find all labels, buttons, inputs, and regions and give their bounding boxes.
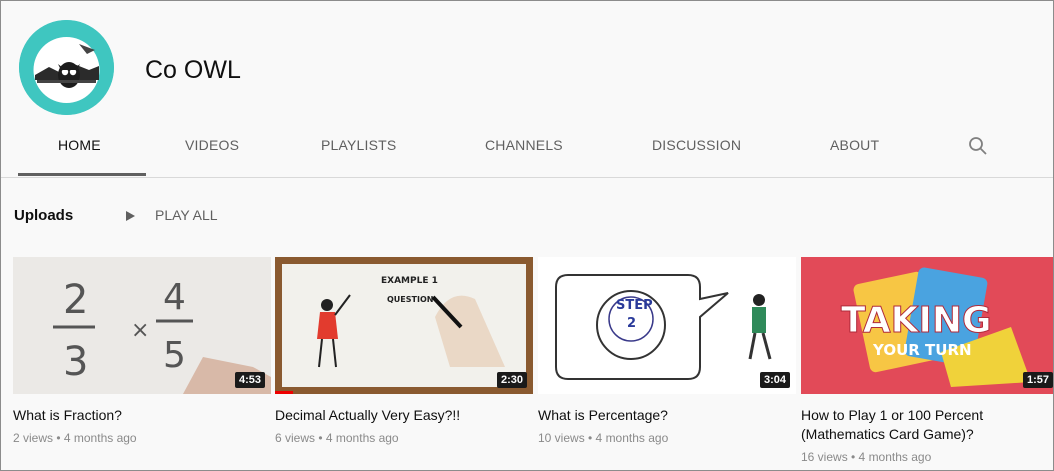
video-duration: 2:30: [496, 372, 527, 388]
video-title[interactable]: What is Fraction?: [13, 406, 271, 425]
tab-home[interactable]: HOME: [58, 137, 101, 153]
video-thumbnail[interactable]: STEP 2 3:04: [538, 257, 796, 394]
channel-header: Co OWL: [1, 1, 1053, 121]
tab-playlists[interactable]: PLAYLISTS: [321, 137, 396, 153]
video-duration: 1:57: [1022, 372, 1053, 388]
thumb-text-2: QUESTION: [387, 295, 433, 304]
percentage-thumbnail-art: STEP 2: [538, 257, 796, 394]
video-card[interactable]: TAKING YOUR TURN 1:57 How to Play 1 or 1…: [801, 257, 1053, 464]
channel-page: Co OWL HOME VIDEOS PLAYLISTS CHANNELS DI…: [0, 0, 1054, 471]
thumb-text-1: EXAMPLE 1: [381, 276, 438, 286]
thumb-numerator-2: 4: [163, 277, 186, 318]
thumb-text-1: TAKING: [841, 300, 992, 341]
thumb-denominator-1: 3: [63, 339, 88, 385]
tab-channels[interactable]: CHANNELS: [485, 137, 563, 153]
video-card[interactable]: 2 3 × 4 5 4:53 What is Fraction? 2 views…: [13, 257, 271, 445]
channel-name[interactable]: Co OWL: [145, 56, 241, 85]
fraction-thumbnail-art: 2 3 × 4 5: [13, 257, 271, 394]
tab-discussion[interactable]: DISCUSSION: [652, 137, 741, 153]
video-title[interactable]: How to Play 1 or 100 Percent (Mathematic…: [801, 406, 1053, 444]
video-meta: 6 views • 4 months ago: [275, 431, 399, 445]
watch-progress-bar: [275, 391, 293, 394]
thumb-denominator-2: 5: [163, 335, 186, 376]
video-meta: 10 views • 4 months ago: [538, 431, 669, 445]
video-title[interactable]: Decimal Actually Very Easy?!!: [275, 406, 533, 425]
video-duration: 3:04: [759, 372, 790, 388]
video-duration: 4:53: [234, 372, 265, 388]
owl-logo-icon: [19, 20, 114, 115]
thumb-numerator-1: 2: [63, 277, 88, 323]
video-card[interactable]: STEP 2 3:04 What is Percentage? 10 views…: [538, 257, 796, 445]
thumb-text-1: STEP: [616, 298, 653, 313]
tab-videos[interactable]: VIDEOS: [185, 137, 239, 153]
video-meta: 16 views • 4 months ago: [801, 450, 932, 464]
decimal-thumbnail-art: EXAMPLE 1 QUESTION: [275, 257, 533, 394]
video-thumbnail[interactable]: TAKING YOUR TURN 1:57: [801, 257, 1053, 394]
thumb-text-2: YOUR TURN: [872, 341, 972, 359]
video-meta: 2 views • 4 months ago: [13, 431, 137, 445]
video-card[interactable]: EXAMPLE 1 QUESTION 2:30 Decimal Actually…: [275, 257, 533, 445]
play-icon: [126, 211, 135, 221]
search-icon[interactable]: [966, 134, 990, 158]
thumb-text-2: 2: [627, 316, 636, 331]
active-tab-indicator: [18, 173, 146, 176]
channel-avatar[interactable]: [19, 20, 114, 115]
tab-about[interactable]: ABOUT: [830, 137, 879, 153]
play-all-label: PLAY ALL: [155, 207, 218, 223]
video-thumbnail[interactable]: EXAMPLE 1 QUESTION 2:30: [275, 257, 533, 394]
video-title[interactable]: What is Percentage?: [538, 406, 796, 425]
video-thumbnail[interactable]: 2 3 × 4 5 4:53: [13, 257, 271, 394]
section-title[interactable]: Uploads: [14, 207, 73, 224]
channel-tabs: HOME VIDEOS PLAYLISTS CHANNELS DISCUSSIO…: [1, 121, 1053, 178]
card-game-thumbnail-art: TAKING YOUR TURN: [801, 257, 1053, 394]
thumb-operator: ×: [131, 318, 149, 343]
